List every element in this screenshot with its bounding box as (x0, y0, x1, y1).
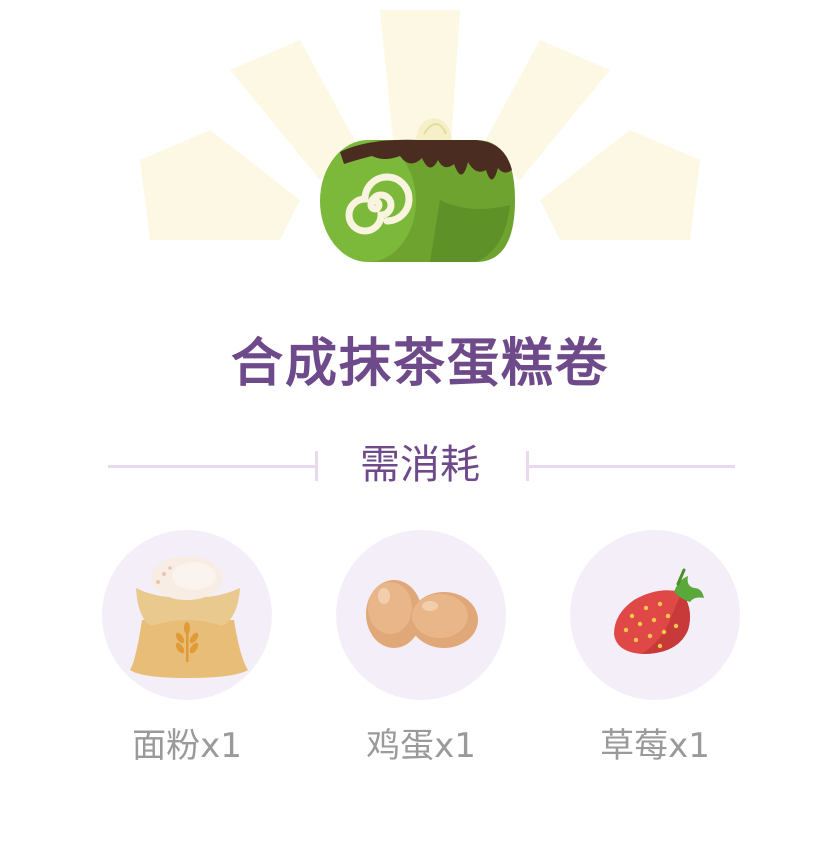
ingredient-item-egg: 鸡蛋x1 (336, 530, 506, 770)
consume-label: 需消耗 (360, 442, 480, 488)
ingredient-label: 草莓x1 (600, 726, 710, 766)
consume-divider: 需消耗 (0, 435, 840, 495)
ingredient-list: 面粉x1 鸡蛋x1 草莓x1 (0, 530, 840, 790)
recipe-title: 合成抹茶蛋糕卷 (230, 334, 609, 394)
strawberry-icon (614, 568, 704, 654)
result-preview (0, 0, 840, 300)
flour-sack-icon (130, 556, 248, 678)
ingredient-label: 鸡蛋x1 (366, 726, 476, 766)
divider-line-right (528, 465, 735, 468)
ingredient-label: 面粉x1 (132, 726, 242, 766)
divider-line-left (108, 465, 316, 468)
eggs-icon (366, 580, 478, 648)
divider-tick-left (315, 451, 318, 481)
ingredient-icon-circle (102, 530, 272, 700)
ingredient-icon-circle (570, 530, 740, 700)
cake-roll-illustration (140, 10, 700, 262)
ingredient-icon-circle (336, 530, 506, 700)
ingredient-item-flour: 面粉x1 (102, 530, 272, 770)
ingredient-item-strawberry: 草莓x1 (570, 530, 740, 770)
